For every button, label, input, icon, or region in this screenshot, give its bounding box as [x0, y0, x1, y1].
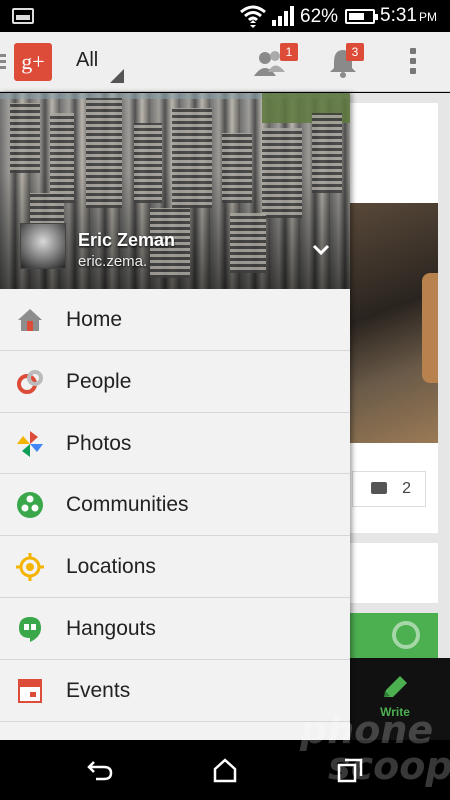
google-plus-logo[interactable]: g+ [14, 43, 52, 81]
drawer-menu: Home People Photos Communities Locations… [0, 289, 350, 722]
clock-time: 5:31 [380, 5, 417, 26]
cover-photo: Eric Zeman eric.zema. [0, 93, 350, 289]
post-card[interactable]: 2 [340, 103, 438, 533]
drawer-item-people[interactable]: People [0, 350, 350, 413]
drawer-item-communities[interactable]: Communities [0, 474, 350, 537]
user-name: Eric Zeman [78, 230, 176, 250]
communities-icon [17, 492, 43, 519]
drawer-item-label: Photos [66, 431, 132, 455]
comment-count: 2 [402, 480, 411, 497]
communities-icon [392, 621, 420, 649]
events-icon [18, 678, 42, 703]
people-badge: 1 [280, 43, 298, 61]
chevron-down-icon[interactable] [312, 243, 330, 257]
post-card[interactable] [340, 543, 438, 603]
drawer-item-label: Locations [66, 555, 156, 579]
overflow-menu-icon[interactable] [410, 48, 418, 76]
status-bar: 62% 5:31 PM [0, 0, 450, 32]
community-bar[interactable] [340, 613, 438, 658]
drawer-item-label: Events [66, 678, 131, 702]
clock: 5:31 PM [380, 5, 437, 27]
recent-apps-icon[interactable] [336, 756, 364, 784]
battery-icon [345, 9, 378, 24]
back-icon[interactable] [86, 756, 114, 784]
drawer-item-label: Home [66, 308, 123, 331]
battery-percent: 62% [300, 6, 339, 27]
drawer-item-label: Hangouts [66, 616, 156, 640]
system-nav-bar [0, 740, 450, 800]
clock-ampm: PM [418, 10, 437, 24]
stream-filter-dropdown[interactable]: All [76, 49, 98, 72]
avatar[interactable] [20, 223, 66, 269]
home-icon [18, 309, 42, 331]
drawer-item-home[interactable]: Home [0, 289, 350, 351]
drawer-item-hangouts[interactable]: Hangouts [0, 597, 350, 660]
drawer-item-locations[interactable]: Locations [0, 536, 350, 598]
home-nav-icon[interactable] [211, 756, 239, 784]
drawer-indicator-icon[interactable] [0, 54, 6, 70]
comment-button[interactable]: 2 [352, 471, 426, 507]
drawer-item-photos[interactable]: Photos [0, 412, 350, 475]
drawer-item-label: People [66, 369, 132, 393]
locations-icon [16, 553, 44, 582]
user-email: eric.zema. [78, 253, 148, 270]
write-label: Write [380, 705, 410, 719]
signal-icon [272, 6, 294, 26]
dropdown-caret-icon [110, 69, 124, 83]
drawer-item-events[interactable]: Events [0, 659, 350, 722]
write-button[interactable]: Write [360, 675, 430, 725]
hangouts-icon [19, 616, 41, 642]
wifi-icon [240, 5, 266, 28]
post-photo[interactable] [340, 203, 438, 443]
people-icon [17, 369, 43, 394]
navigation-drawer: Eric Zeman eric.zema. Home People Photos… [0, 93, 350, 740]
pencil-icon [384, 676, 407, 697]
drawer-item-label: Communities [66, 493, 189, 517]
image-icon [12, 8, 34, 24]
notifications-badge: 3 [346, 43, 364, 61]
photos-icon [17, 430, 43, 457]
action-bar: g+ All 1 3 [0, 32, 450, 92]
